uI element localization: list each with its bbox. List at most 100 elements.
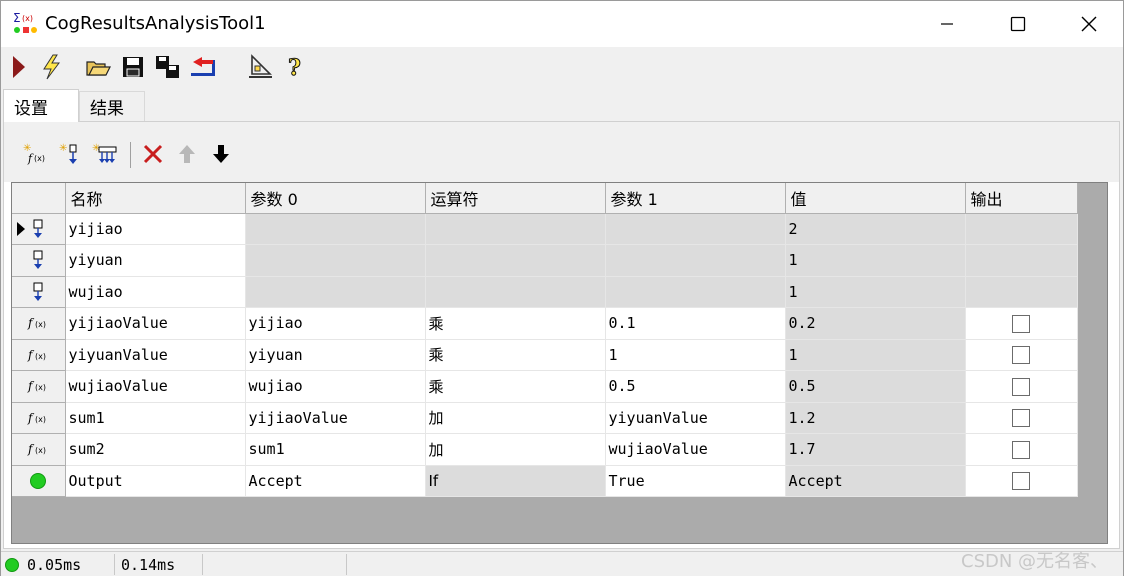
tab-results[interactable]: 结果 <box>79 91 145 121</box>
cell-param1[interactable]: yiyuanValue <box>605 402 786 434</box>
minimize-button[interactable] <box>912 1 982 47</box>
cell-name[interactable]: yijiao <box>65 213 246 245</box>
cell-output <box>965 339 1078 371</box>
output-checkbox[interactable] <box>1012 440 1030 459</box>
table-row[interactable]: f (x) yiyuanValue yiyuan 乘 1 1 <box>12 339 1078 371</box>
cell-operator[interactable] <box>425 244 606 277</box>
table-row[interactable]: Output Accept If True Accept <box>12 465 1078 497</box>
row-header[interactable]: f (x) <box>12 433 66 466</box>
cell-param1[interactable] <box>605 213 786 245</box>
cell-param1[interactable]: 0.1 <box>605 307 786 340</box>
column-header-param0[interactable]: 参数 0 <box>245 183 426 214</box>
help-icon[interactable]: ? <box>280 52 310 82</box>
cell-operator[interactable] <box>425 213 606 245</box>
close-button[interactable] <box>1054 1 1124 47</box>
cell-param0[interactable] <box>245 276 426 308</box>
add-multiple-inputs-icon[interactable]: ✳ <box>90 140 120 168</box>
row-header[interactable]: f (x) <box>12 339 66 371</box>
move-down-icon[interactable] <box>206 140 236 168</box>
cell-param0[interactable] <box>245 244 426 277</box>
lightning-icon[interactable] <box>36 52 66 82</box>
cell-param1[interactable] <box>605 244 786 277</box>
row-header[interactable] <box>12 276 66 308</box>
cell-name[interactable]: Output <box>65 465 246 497</box>
cell-name[interactable]: sum2 <box>65 433 246 466</box>
output-checkbox[interactable] <box>1012 314 1030 333</box>
save-icon[interactable] <box>118 52 148 82</box>
tab-settings[interactable]: 设置 <box>3 89 79 122</box>
column-header-operator[interactable]: 运算符 <box>425 183 606 214</box>
cell-param0[interactable]: sum1 <box>245 433 426 466</box>
row-header[interactable]: f (x) <box>12 402 66 434</box>
table-row[interactable]: f (x) wujiaoValue wujiao 乘 0.5 0.5 <box>12 370 1078 403</box>
cell-operator[interactable] <box>425 276 606 308</box>
cell-param0[interactable]: yijiaoValue <box>245 402 426 434</box>
cell-param0[interactable]: yijiao <box>245 307 426 340</box>
cell-name[interactable]: wujiaoValue <box>65 370 246 403</box>
output-checkbox[interactable] <box>1012 472 1030 490</box>
cell-param0[interactable]: yiyuan <box>245 339 426 371</box>
row-header[interactable] <box>12 213 66 245</box>
table-row[interactable]: f (x) sum1 yijiaoValue 加 yiyuanValue 1.2 <box>12 402 1078 434</box>
cell-name[interactable]: yiyuanValue <box>65 339 246 371</box>
table-row[interactable]: f (x) yijiaoValue yijiao 乘 0.1 0.2 <box>12 307 1078 340</box>
cell-operator[interactable]: 乘 <box>425 370 606 403</box>
cell-param1[interactable] <box>605 276 786 308</box>
table-row[interactable]: yijiao 2 <box>12 213 1078 245</box>
cell-operator[interactable]: 乘 <box>425 339 606 371</box>
cell-name[interactable]: yiyuan <box>65 244 246 277</box>
cell-output <box>965 370 1078 403</box>
status-time-2: 0.14ms <box>115 554 203 575</box>
add-input-icon[interactable]: ✳ <box>56 140 86 168</box>
cell-name[interactable]: wujiao <box>65 276 246 308</box>
add-expression-icon[interactable]: ✳ f (x) <box>21 140 51 168</box>
cell-operator[interactable]: 加 <box>425 402 606 434</box>
output-checkbox[interactable] <box>1012 409 1030 427</box>
column-header-param1[interactable]: 参数 1 <box>605 183 786 214</box>
cell-value: 1 <box>785 276 966 308</box>
maximize-button[interactable] <box>983 1 1053 47</box>
svg-text:f: f <box>27 379 35 393</box>
table-row[interactable]: f (x) sum2 sum1 加 wujiaoValue 1.7 <box>12 433 1078 466</box>
cell-name[interactable]: yijiaoValue <box>65 307 246 340</box>
row-header[interactable] <box>12 244 66 277</box>
cell-output <box>965 244 1078 277</box>
column-header-value[interactable]: 值 <box>785 183 966 214</box>
table-row[interactable]: wujiao 1 <box>12 276 1078 308</box>
move-up-icon[interactable] <box>172 140 202 168</box>
cell-param0[interactable]: wujiao <box>245 370 426 403</box>
delete-icon[interactable] <box>138 140 168 168</box>
row-header[interactable]: f (x) <box>12 370 66 403</box>
main-toolbar: ? <box>1 47 1123 89</box>
output-checkbox[interactable] <box>1012 346 1030 364</box>
cell-param1[interactable]: True <box>605 465 786 497</box>
run-icon[interactable] <box>4 52 34 82</box>
output-checkbox[interactable] <box>1012 377 1030 396</box>
cell-param1[interactable]: 0.5 <box>605 370 786 403</box>
cell-value: 1 <box>785 244 966 277</box>
grid-toolbar: ✳ f (x) ✳ ✳ <box>4 122 1119 182</box>
cell-operator[interactable]: 乘 <box>425 307 606 340</box>
column-header-output[interactable]: 输出 <box>965 183 1078 214</box>
svg-text:Σ: Σ <box>13 11 21 25</box>
table-row[interactable]: yiyuan 1 <box>12 244 1078 277</box>
input-icon <box>31 282 45 302</box>
cell-param0[interactable]: Accept <box>245 465 426 497</box>
cell-name[interactable]: sum1 <box>65 402 246 434</box>
settings-panel: ✳ f (x) ✳ ✳ 名称 参数 0 运算符 参数 1 值 输出 yijiao… <box>3 121 1120 549</box>
edit-tool-icon[interactable] <box>245 52 275 82</box>
save-as-icon[interactable] <box>153 52 183 82</box>
row-header[interactable]: f (x) <box>12 307 66 340</box>
cell-param1[interactable]: wujiaoValue <box>605 433 786 466</box>
status-time-2-value: 0.14ms <box>121 555 176 574</box>
column-header-name[interactable]: 名称 <box>65 183 246 214</box>
app-window: Σ (x) CogResultsAnalysisTool1 ? 设置 结果 ✳ … <box>0 0 1124 576</box>
cell-operator[interactable]: 加 <box>425 433 606 466</box>
reset-icon[interactable] <box>188 52 218 82</box>
cell-param1[interactable]: 1 <box>605 339 786 371</box>
row-header[interactable] <box>12 465 66 497</box>
open-folder-icon[interactable] <box>83 52 113 82</box>
cell-param0[interactable] <box>245 213 426 245</box>
watermark: CSDN @无名客、 <box>961 551 1109 572</box>
cell-operator[interactable]: If <box>425 465 606 497</box>
